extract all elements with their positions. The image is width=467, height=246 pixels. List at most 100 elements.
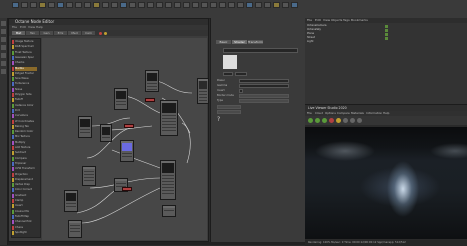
mix-texture-node[interactable] [82, 166, 96, 186]
border-mode-select[interactable] [239, 94, 289, 98]
library-item[interactable]: Compare [15, 157, 37, 161]
tab-mat[interactable]: Mat [12, 31, 25, 35]
tool-icon[interactable] [1, 45, 6, 50]
toolbar-button[interactable] [138, 2, 145, 8]
toolbar-button[interactable] [93, 2, 100, 8]
menu-objects[interactable]: Objects [331, 18, 342, 23]
image-texture-node[interactable] [78, 116, 92, 138]
universal-material-node[interactable] [160, 100, 178, 136]
image-texture-node[interactable] [114, 88, 128, 110]
toolbar-button[interactable] [165, 2, 172, 8]
visibility-icon[interactable] [385, 33, 388, 36]
library-item[interactable]: Instance Color [15, 104, 37, 108]
image-texture-node[interactable] [64, 190, 78, 212]
library-item[interactable]: Image Texture [15, 40, 37, 44]
library-item[interactable]: W Coordinates [15, 120, 37, 124]
start-render-icon[interactable] [308, 118, 313, 123]
restart-render-icon[interactable] [315, 118, 320, 123]
library-item[interactable]: Ridged Fractal [15, 72, 37, 76]
library-item[interactable]: Gaussian Spec [15, 56, 37, 60]
help-icon[interactable]: ? [217, 116, 220, 123]
library-item[interactable]: Vertex Disp [15, 183, 37, 187]
tab-basic[interactable]: Basic [216, 40, 231, 44]
toolbar-button[interactable] [30, 2, 37, 8]
library-item[interactable]: Multiply [15, 141, 37, 145]
invert-checkbox[interactable] [239, 89, 243, 93]
toolbar-button[interactable] [246, 2, 253, 8]
menu-file[interactable]: File [307, 18, 312, 23]
tab-med[interactable]: Med [68, 31, 81, 35]
tool-icon[interactable] [1, 69, 6, 74]
library-item[interactable]: Channel Pick [15, 220, 37, 224]
toolbar-button[interactable] [21, 2, 28, 8]
output-node[interactable] [145, 98, 155, 102]
toolbar-button[interactable] [273, 2, 280, 8]
tool-icon[interactable] [1, 53, 6, 58]
visibility-icon[interactable] [385, 37, 388, 40]
toolbar-button[interactable] [129, 2, 136, 8]
library-item[interactable]: Clamp [15, 199, 37, 203]
toolbar-button[interactable] [147, 2, 154, 8]
material-node[interactable] [160, 160, 176, 200]
toolbar-button[interactable] [48, 2, 55, 8]
object-row[interactable]: Light [307, 40, 377, 44]
toolbar-button[interactable] [57, 2, 64, 8]
stop-render-icon[interactable] [329, 118, 334, 123]
transform-button[interactable] [217, 105, 241, 109]
library-item[interactable]: Spotlight [15, 231, 37, 235]
tab-shader[interactable]: Shader [232, 40, 247, 44]
menu-view[interactable]: View [323, 18, 330, 23]
toolbar-button[interactable] [210, 2, 217, 8]
toolbar-button[interactable] [84, 2, 91, 8]
toolbar-button[interactable] [156, 2, 163, 8]
library-item[interactable]: Invert [15, 204, 37, 208]
output-node[interactable] [122, 187, 132, 191]
library-item[interactable]: Checks [15, 61, 37, 65]
zoom-icon[interactable] [350, 118, 355, 123]
library-item[interactable]: Displacement [15, 178, 37, 182]
library-item[interactable]: Baking Tex [15, 125, 37, 129]
settings-icon[interactable] [357, 118, 362, 123]
displacement-node[interactable] [162, 205, 176, 217]
tab-emi[interactable]: Emi [54, 31, 67, 35]
tool-icon[interactable] [1, 21, 6, 26]
library-item[interactable]: Polygon Side [15, 93, 37, 97]
toolbar-button[interactable] [120, 2, 127, 8]
library-item[interactable]: UVW Transform [15, 167, 37, 171]
tab-cam[interactable]: Cam [82, 31, 95, 35]
toolbar-button[interactable] [255, 2, 262, 8]
toolbar-button[interactable] [111, 2, 118, 8]
toolbar-button[interactable] [12, 2, 19, 8]
toolbar-button[interactable] [201, 2, 208, 8]
library-item[interactable]: Turbulence [15, 82, 37, 86]
toolbar-button[interactable] [291, 2, 298, 8]
library-item[interactable]: Float Texture [15, 51, 37, 55]
menu-edit[interactable]: Edit [315, 18, 321, 23]
toolbar-button[interactable] [219, 2, 226, 8]
library-item[interactable]: Curvature [15, 114, 37, 118]
library-item[interactable]: Cosine Mix [15, 210, 37, 214]
library-item[interactable]: Noise [15, 88, 37, 92]
visibility-icon[interactable] [385, 25, 388, 28]
library-item[interactable]: Add Texture [15, 146, 37, 150]
library-item[interactable]: Chaos [15, 226, 37, 230]
tool-icon[interactable] [1, 61, 6, 66]
visibility-icon[interactable] [385, 29, 388, 32]
image-texture-node[interactable] [145, 70, 159, 92]
menu-tags[interactable]: Tags [343, 18, 350, 23]
output-node[interactable] [124, 124, 134, 128]
library-item[interactable]: Falloff Map [15, 215, 37, 219]
library-item[interactable]: Marble [15, 66, 37, 71]
library-item[interactable]: Color Correct [15, 188, 37, 192]
texture-path-field[interactable] [223, 48, 298, 53]
toolbar-button[interactable] [183, 2, 190, 8]
library-item[interactable]: Dirt [15, 109, 37, 113]
gamma-field[interactable] [239, 84, 289, 88]
node-canvas[interactable] [42, 38, 209, 240]
toolbar-button[interactable] [264, 2, 271, 8]
menu-bookmarks[interactable]: Bookmarks [351, 18, 368, 23]
toolbar-button[interactable] [39, 2, 46, 8]
tab-gen[interactable]: Gen [40, 31, 53, 35]
library-item[interactable]: RGB Spectrum [15, 45, 37, 49]
tab-tex[interactable]: Tex [26, 31, 39, 35]
